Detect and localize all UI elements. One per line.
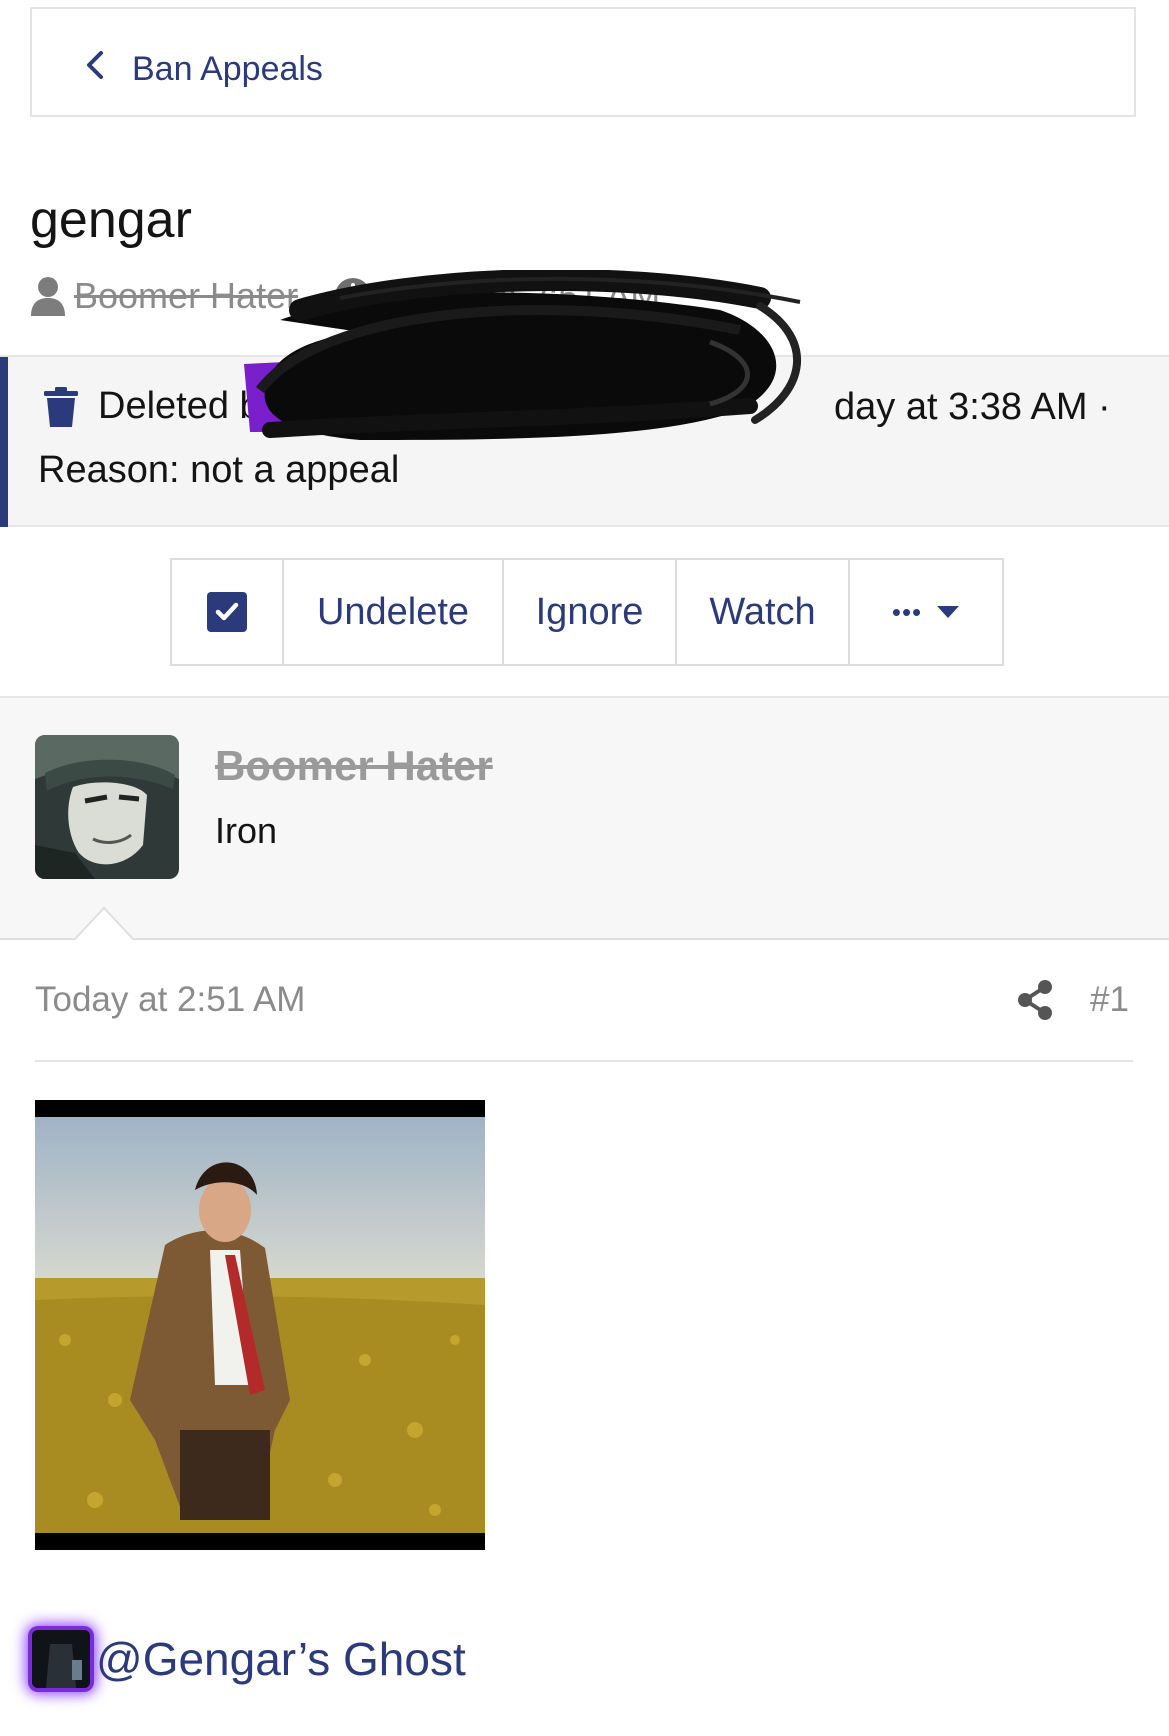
user-icon [31, 277, 65, 316]
mention-text[interactable]: @Gengar’s Ghost [96, 1632, 466, 1686]
page-title: gengar [30, 191, 192, 249]
breadcrumb-label[interactable]: Ban Appeals [132, 49, 323, 89]
watch-button[interactable]: Watch [677, 560, 850, 664]
post-username[interactable]: Boomer Hater [215, 742, 493, 790]
caret-down-icon [937, 606, 960, 618]
redaction-scribble [244, 270, 801, 440]
notice-accent-bar [0, 357, 8, 527]
mention-avatar [32, 1630, 90, 1688]
checkbox-checked-icon[interactable] [207, 592, 247, 632]
post-number[interactable]: #1 [1090, 980, 1129, 1020]
more-dots: ••• [891, 596, 923, 627]
share-icon[interactable] [1016, 979, 1054, 1021]
more-options-button[interactable]: ••• [850, 560, 1002, 664]
post-divider [35, 1060, 1133, 1062]
user-mention[interactable]: @Gengar’s Ghost [32, 1630, 466, 1688]
chevron-left-icon [87, 51, 103, 79]
select-checkbox[interactable] [172, 560, 284, 664]
deleted-time: day at 3:38 AM · [834, 386, 1111, 428]
user-block-arrow [74, 906, 134, 940]
thread-toolbar: Undelete Ignore Watch ••• [170, 558, 1004, 666]
user-title: Iron [215, 810, 278, 851]
post-image[interactable] [35, 1100, 485, 1550]
breadcrumb[interactable]: Ban Appeals [30, 7, 1136, 117]
post-date[interactable]: Today at 2:51 AM [35, 980, 305, 1020]
ignore-button[interactable]: Ignore [504, 560, 677, 664]
post-user-block: Boomer Hater Iron [0, 696, 1169, 940]
avatar[interactable] [35, 735, 179, 879]
trash-icon [44, 386, 78, 427]
undelete-button[interactable]: Undelete [284, 560, 504, 664]
